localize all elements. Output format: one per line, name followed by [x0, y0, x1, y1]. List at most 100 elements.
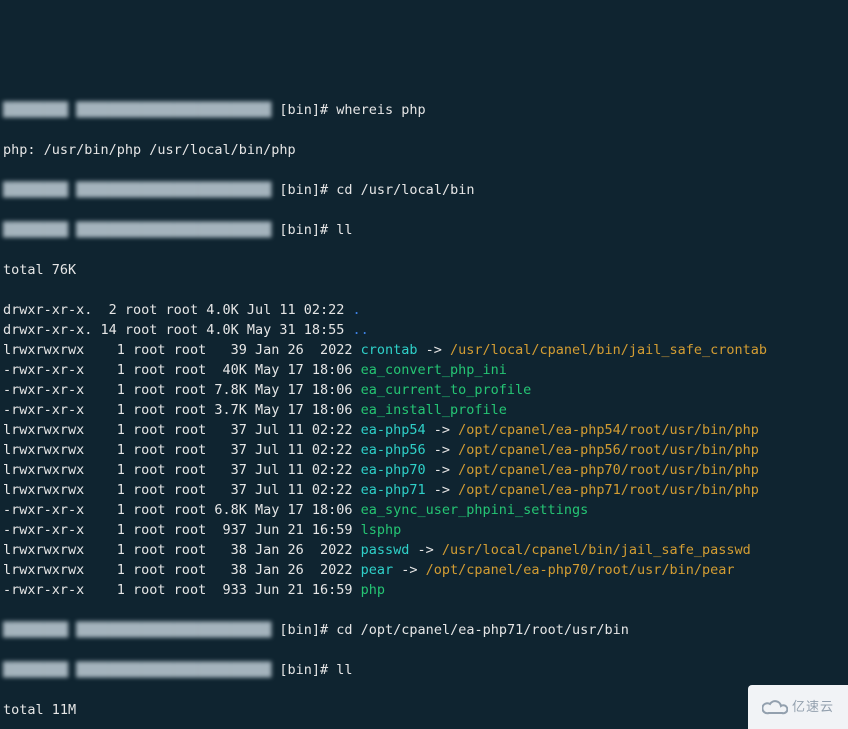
ls-row: lrwxrwxrwx 1 root root 37 Jul 11 02:22 e… [3, 480, 845, 500]
prompt-host: ████████ ████████████████████████ [3, 182, 271, 198]
whereis-output: php: /usr/bin/php /usr/local/bin/php [3, 140, 845, 160]
file-name: ea-php56 [361, 442, 426, 458]
symlink-target: /usr/local/cpanel/bin/jail_safe_passwd [442, 542, 751, 558]
perm-col: lrwxrwxrwx [3, 462, 92, 478]
meta-cols: 1 root root 37 Jul 11 02:22 [92, 442, 360, 458]
ls-row: lrwxrwxrwx 1 root root 37 Jul 11 02:22 e… [3, 420, 845, 440]
symlink-target: /usr/local/cpanel/bin/jail_safe_crontab [450, 342, 767, 358]
file-name: .. [353, 322, 369, 338]
prompt-host: ████████ ████████████████████████ [3, 662, 271, 678]
prompt-dir: [bin]# [279, 622, 328, 638]
ls-row: -rwxr-xr-x 1 root root 6.8K May 17 18:06… [3, 500, 845, 520]
meta-cols: 1 root root 40K May 17 18:06 [92, 362, 360, 378]
cmd-line: ████████ ████████████████████████ [bin]#… [3, 660, 845, 680]
ls-row: lrwxrwxrwx 1 root root 37 Jul 11 02:22 e… [3, 440, 845, 460]
ls-row: lrwxrwxrwx 1 root root 37 Jul 11 02:22 e… [3, 460, 845, 480]
ls-row: -rwxr-xr-x 1 root root 3.7K May 17 18:06… [3, 400, 845, 420]
watermark-logo: 亿速云 [748, 685, 848, 729]
meta-cols: 1 root root 38 Jan 26 2022 [92, 562, 360, 578]
prompt-host: ████████ ████████████████████████ [3, 222, 271, 238]
meta-cols: 1 root root 38 Jan 26 2022 [92, 542, 360, 558]
perm-col: lrwxrwxrwx [3, 442, 92, 458]
symlink-arrow: -> [393, 562, 426, 578]
prompt-dir: [bin]# [279, 662, 328, 678]
terminal-output[interactable]: ████████ ████████████████████████ [bin]#… [0, 80, 848, 729]
ls-total: total 11M [3, 700, 845, 720]
cmd-text: ll [336, 222, 352, 238]
file-name: ea-php70 [361, 462, 426, 478]
symlink-arrow: -> [426, 422, 459, 438]
watermark-text: 亿速云 [792, 685, 834, 729]
listing1: drwxr-xr-x. 2 root root 4.0K Jul 11 02:2… [3, 300, 845, 600]
file-name: ea-php71 [361, 482, 426, 498]
symlink-arrow: -> [426, 442, 459, 458]
file-name: pear [361, 562, 394, 578]
perm-col: drwxr-xr-x. [3, 302, 92, 318]
perm-col: -rwxr-xr-x [3, 522, 92, 538]
cmd-line: ████████ ████████████████████████ [bin]#… [3, 100, 845, 120]
perm-col: -rwxr-xr-x [3, 582, 92, 598]
meta-cols: 1 root root 937 Jun 21 16:59 [92, 522, 360, 538]
meta-cols: 1 root root 3.7K May 17 18:06 [92, 402, 360, 418]
perm-col: -rwxr-xr-x [3, 402, 92, 418]
symlink-target: /opt/cpanel/ea-php56/root/usr/bin/php [458, 442, 759, 458]
ls-row: -rwxr-xr-x 1 root root 40K May 17 18:06 … [3, 360, 845, 380]
ls-row: lrwxrwxrwx 1 root root 39 Jan 26 2022 cr… [3, 340, 845, 360]
file-name: ea_current_to_profile [361, 382, 532, 398]
symlink-arrow: -> [418, 342, 451, 358]
cmd-line: ████████ ████████████████████████ [bin]#… [3, 220, 845, 240]
file-name: passwd [361, 542, 410, 558]
cmd-text: cd /usr/local/bin [336, 182, 474, 198]
ls-row: -rwxr-xr-x 1 root root 933 Jun 21 16:59 … [3, 580, 845, 600]
symlink-target: /opt/cpanel/ea-php70/root/usr/bin/php [458, 462, 759, 478]
file-name: ea_convert_php_ini [361, 362, 507, 378]
symlink-target: /opt/cpanel/ea-php54/root/usr/bin/php [458, 422, 759, 438]
file-name: ea_install_profile [361, 402, 507, 418]
symlink-arrow: -> [426, 482, 459, 498]
ls-row: -rwxr-xr-x 1 root root 7.8K May 17 18:06… [3, 380, 845, 400]
meta-cols: 2 root root 4.0K Jul 11 02:22 [92, 302, 352, 318]
file-name: php [361, 582, 385, 598]
ls-row: lrwxrwxrwx 1 root root 38 Jan 26 2022 pa… [3, 540, 845, 560]
perm-col: lrwxrwxrwx [3, 562, 92, 578]
cloud-icon [762, 698, 788, 716]
prompt-host: ████████ ████████████████████████ [3, 102, 271, 118]
cmd-line: ████████ ████████████████████████ [bin]#… [3, 620, 845, 640]
ls-row: drwxr-xr-x. 2 root root 4.0K Jul 11 02:2… [3, 300, 845, 320]
meta-cols: 1 root root 39 Jan 26 2022 [92, 342, 360, 358]
symlink-arrow: -> [409, 542, 442, 558]
perm-col: -rwxr-xr-x [3, 382, 92, 398]
meta-cols: 14 root root 4.0K May 31 18:55 [92, 322, 352, 338]
file-name: ea_sync_user_phpini_settings [361, 502, 589, 518]
meta-cols: 1 root root 37 Jul 11 02:22 [92, 462, 360, 478]
perm-col: lrwxrwxrwx [3, 422, 92, 438]
prompt-host: ████████ ████████████████████████ [3, 622, 271, 638]
ls-row: -rwxr-xr-x 1 root root 937 Jun 21 16:59 … [3, 520, 845, 540]
cmd-text: whereis php [336, 102, 425, 118]
cmd-line: ████████ ████████████████████████ [bin]#… [3, 180, 845, 200]
file-name: lsphp [361, 522, 402, 538]
meta-cols: 1 root root 933 Jun 21 16:59 [92, 582, 360, 598]
meta-cols: 1 root root 7.8K May 17 18:06 [92, 382, 360, 398]
ls-total: total 76K [3, 260, 845, 280]
meta-cols: 1 root root 37 Jul 11 02:22 [92, 482, 360, 498]
meta-cols: 1 root root 6.8K May 17 18:06 [92, 502, 360, 518]
meta-cols: 1 root root 37 Jul 11 02:22 [92, 422, 360, 438]
perm-col: lrwxrwxrwx [3, 482, 92, 498]
symlink-target: /opt/cpanel/ea-php71/root/usr/bin/php [458, 482, 759, 498]
prompt-dir: [bin]# [279, 102, 328, 118]
perm-col: -rwxr-xr-x [3, 502, 92, 518]
perm-col: drwxr-xr-x. [3, 322, 92, 338]
prompt-dir: [bin]# [279, 222, 328, 238]
file-name: crontab [361, 342, 418, 358]
ls-row: lrwxrwxrwx 1 root root 38 Jan 26 2022 pe… [3, 560, 845, 580]
prompt-dir: [bin]# [279, 182, 328, 198]
symlink-target: /opt/cpanel/ea-php70/root/usr/bin/pear [426, 562, 735, 578]
perm-col: -rwxr-xr-x [3, 362, 92, 378]
symlink-arrow: -> [426, 462, 459, 478]
perm-col: lrwxrwxrwx [3, 342, 92, 358]
file-name: ea-php54 [361, 422, 426, 438]
cmd-text: ll [336, 662, 352, 678]
file-name: . [353, 302, 361, 318]
ls-row: drwxr-xr-x. 14 root root 4.0K May 31 18:… [3, 320, 845, 340]
